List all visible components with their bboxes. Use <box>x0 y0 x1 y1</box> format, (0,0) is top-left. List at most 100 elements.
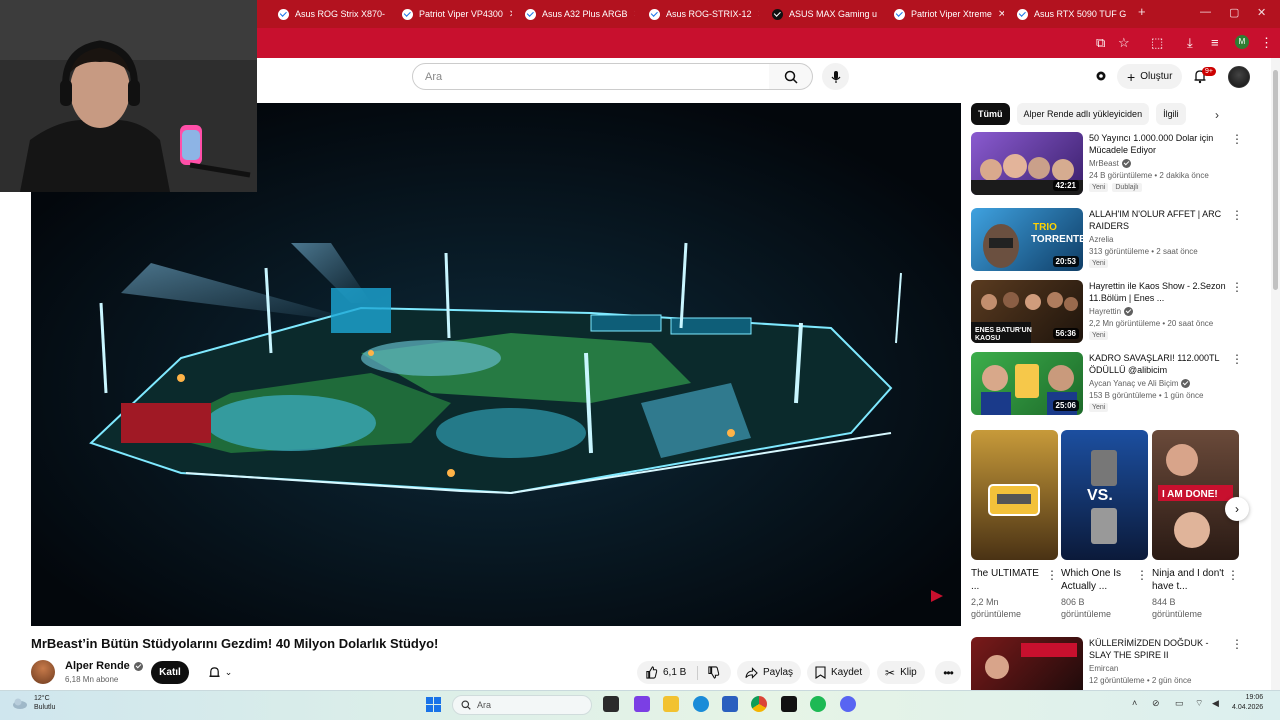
recommendation-item[interactable]: TRIO TORRENTE 20:53 ALLAH'IM N'OLUR AFFET… <box>971 208 1243 274</box>
more-vertical-icon[interactable]: ⋮ <box>1231 638 1243 650</box>
browser-tab[interactable]: Asus ROG-STRIX-12✕ <box>641 4 759 24</box>
rec-title[interactable]: KÜLLERİMİZDEN DOĞDUK - SLAY THE SPIRE II <box>1089 637 1227 661</box>
short-item[interactable]: VS. Which One Is Actually ... 806 B görü… <box>1061 430 1148 620</box>
rec-channel[interactable]: Azrelia <box>1089 235 1113 244</box>
browser-tab[interactable]: Asus ROG Strix X870-✕ <box>270 4 388 24</box>
browser-tab[interactable]: Patriot Viper Xtreme ✕ <box>886 4 1004 24</box>
more-vertical-icon[interactable]: ⋮ <box>1231 281 1243 293</box>
more-vertical-icon[interactable]: ⋮ <box>1046 569 1058 581</box>
search-input[interactable]: Ara <box>412 63 770 90</box>
short-item[interactable]: The ULTIMATE ... 2,2 Mn görüntüleme ⋮ <box>971 430 1058 620</box>
video-thumbnail[interactable]: ENES BATUR'UN KAOSU 56:36 <box>971 280 1083 343</box>
reading-list-icon[interactable]: ≡ <box>1211 34 1219 52</box>
task-view-icon[interactable] <box>603 696 619 712</box>
share-button[interactable]: Paylaş <box>737 661 802 684</box>
rec-title[interactable]: ALLAH'IM N'OLUR AFFET | ARC RAIDERS <box>1089 208 1227 232</box>
save-button[interactable]: Kaydet <box>807 661 871 684</box>
join-button[interactable]: Katıl <box>151 661 189 684</box>
subscription-bell-button[interactable]: ⌄ <box>196 661 244 684</box>
more-vertical-icon[interactable]: ⋮ <box>1136 569 1148 581</box>
recommendation-item[interactable]: ENES BATUR'UN KAOSU 56:36 Hayrettin ile K… <box>971 280 1243 346</box>
browser-tab[interactable]: Patriot Viper VP4300✕ <box>394 4 512 24</box>
spotify-icon[interactable] <box>810 696 826 712</box>
chevron-right-icon[interactable]: › <box>1215 108 1219 122</box>
cast-button[interactable] <box>1091 66 1111 86</box>
rec-title[interactable]: Hayrettin ile Kaos Show - 2.Sezon 11.Böl… <box>1089 280 1227 304</box>
rec-channel[interactable]: Aycan Yanaç ve Ali Biçim <box>1089 379 1191 388</box>
browser-tab[interactable]: Asus RTX 5090 TUF G✕ <box>1009 4 1129 24</box>
discord-icon[interactable] <box>840 696 856 712</box>
video-duration: 42:21 <box>1052 180 1079 191</box>
recommendation-item[interactable]: 42:21 50 Yayıncı 1.000.000 Dolar için Mü… <box>971 132 1243 198</box>
tab-close-icon[interactable]: ✕ <box>509 9 512 20</box>
short-title[interactable]: The ULTIMATE ... <box>971 567 1043 594</box>
wifi-icon[interactable]: ⌔ <box>1195 698 1203 709</box>
app-icon[interactable] <box>781 696 797 712</box>
store-icon[interactable] <box>722 696 738 712</box>
app-icon[interactable] <box>634 696 650 712</box>
chrome-icon[interactable] <box>751 696 767 712</box>
tab-close-icon[interactable]: ✕ <box>758 9 759 20</box>
install-app-icon[interactable]: ⧉ <box>1096 34 1105 52</box>
bookmark-star-icon[interactable]: ☆ <box>1118 34 1130 52</box>
tab-close-icon[interactable]: ✕ <box>998 9 1004 20</box>
more-vertical-icon[interactable]: ⋮ <box>1231 133 1243 145</box>
short-title[interactable]: Which One Is Actually ... <box>1061 567 1133 594</box>
more-actions-button[interactable]: ••• <box>935 661 961 684</box>
extensions-icon[interactable]: ⬚ <box>1151 34 1163 52</box>
taskbar-search[interactable]: Ara <box>452 695 592 715</box>
browser-tab[interactable]: Asus A32 Plus ARGB✕ <box>517 4 635 24</box>
short-thumbnail[interactable]: I AM DONE! <box>1152 430 1239 560</box>
chevron-up-icon[interactable]: ˄ <box>1132 698 1137 708</box>
video-thumbnail[interactable]: TRIO TORRENTE 20:53 <box>971 208 1083 271</box>
clip-button[interactable]: ✂ Klip <box>877 661 925 684</box>
short-title[interactable]: Ninja and I don't have t... <box>1152 567 1224 594</box>
dislike-button[interactable] <box>707 666 720 679</box>
short-thumbnail[interactable]: VS. <box>1061 430 1148 560</box>
volume-icon[interactable]: ◀ <box>1212 698 1219 709</box>
create-button[interactable]: + Oluştur <box>1117 64 1183 89</box>
maximize-icon[interactable]: ▢ <box>1229 6 1239 19</box>
shorts-next-button[interactable]: › <box>1225 497 1249 521</box>
more-vertical-icon[interactable]: ⋮ <box>1231 353 1243 365</box>
rec-title[interactable]: 50 Yayıncı 1.000.000 Dolar için Mücadele… <box>1089 132 1227 156</box>
channel-avatar[interactable] <box>31 660 55 684</box>
close-window-icon[interactable]: ✕ <box>1257 6 1266 19</box>
more-vertical-icon[interactable]: ⋮ <box>1231 209 1243 221</box>
channel-name[interactable]: Alper Rende <box>65 660 143 672</box>
account-avatar[interactable] <box>1228 66 1250 88</box>
file-explorer-icon[interactable] <box>663 696 679 712</box>
short-thumbnail[interactable] <box>971 430 1058 560</box>
voice-search-button[interactable] <box>822 63 849 90</box>
chip-all[interactable]: Tümü <box>971 103 1010 125</box>
svg-text:VS.: VS. <box>1087 487 1113 504</box>
windows-start-icon[interactable] <box>426 697 441 712</box>
new-tab-button[interactable]: + <box>1138 4 1146 19</box>
tab-close-icon[interactable]: ✕ <box>634 9 635 20</box>
chip-related[interactable]: İlgili <box>1156 103 1186 125</box>
rec-channel[interactable]: Emircan <box>1089 664 1118 673</box>
more-vertical-icon[interactable]: ⋮ <box>1227 569 1239 581</box>
system-clock[interactable]: 19:06 4.04.2026 <box>1232 693 1263 713</box>
browser-tab[interactable]: ASUS MAX Gaming u✕ <box>764 4 882 24</box>
search-button[interactable] <box>769 63 813 90</box>
scrollbar-thumb[interactable] <box>1273 70 1278 290</box>
tray-icon[interactable]: ▭ <box>1175 698 1184 709</box>
rec-channel[interactable]: Hayrettin <box>1089 307 1134 316</box>
video-thumbnail[interactable]: 25:06 <box>971 352 1083 415</box>
like-button[interactable]: 6,1 B <box>645 666 686 679</box>
bell-icon <box>209 666 220 677</box>
video-thumbnail[interactable]: 42:21 <box>971 132 1083 195</box>
edge-icon[interactable] <box>693 696 709 712</box>
profile-avatar[interactable]: M <box>1235 35 1249 49</box>
rec-title[interactable]: KADRO SAVAŞLARI! 112.000TL ÖDÜLLÜ @alibi… <box>1089 352 1227 376</box>
rec-channel[interactable]: MrBeast <box>1089 159 1131 168</box>
weather-widget[interactable]: 12°C Bulutlu <box>12 694 55 712</box>
recommendation-item[interactable]: 25:06 KADRO SAVAŞLARI! 112.000TL ÖDÜLLÜ … <box>971 352 1243 418</box>
short-item[interactable]: I AM DONE! Ninja and I don't have t... 8… <box>1152 430 1239 620</box>
downloads-icon[interactable]: ⤓ <box>1187 34 1193 52</box>
browser-menu-icon[interactable]: ⋮ <box>1260 34 1273 52</box>
chip-from-uploader[interactable]: Alper Rende adlı yükleyiciden <box>1016 103 1150 125</box>
minimize-icon[interactable]: — <box>1200 6 1211 18</box>
tray-icon[interactable]: ⊘ <box>1152 698 1160 709</box>
